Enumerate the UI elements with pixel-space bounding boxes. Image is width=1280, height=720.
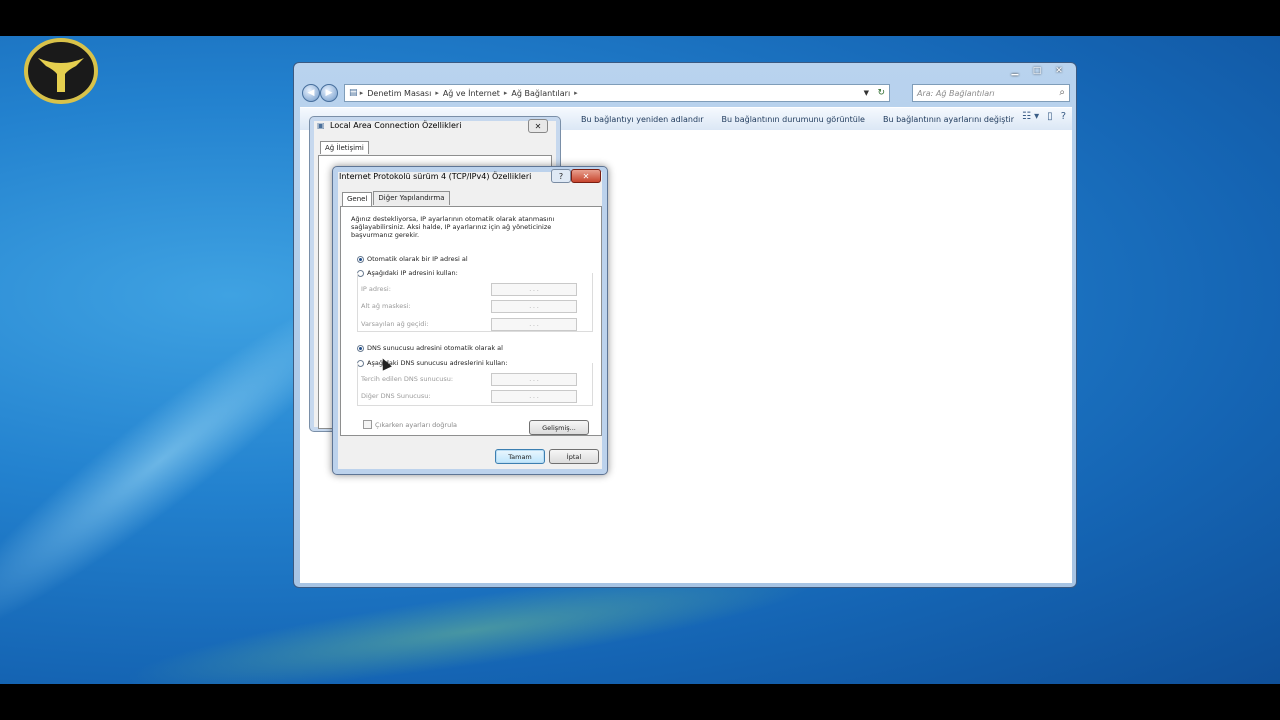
dns-auto-option[interactable]: DNS sunucusu adresini otomatik olarak al bbox=[357, 344, 503, 352]
forward-button[interactable]: ▶ bbox=[320, 84, 338, 102]
ipv4-description: Ağınız destekliyorsa, IP ayarlarının oto… bbox=[351, 215, 555, 239]
tab-general[interactable]: Genel bbox=[342, 192, 373, 206]
ip-auto-label: Otomatik olarak bir IP adresi al bbox=[367, 255, 468, 263]
ipv4-properties-dialog: Internet Protokolü sürüm 4 (TCP/IPv4) Öz… bbox=[332, 166, 608, 475]
back-button[interactable]: ◀ bbox=[302, 84, 320, 102]
ok-button[interactable]: Tamam bbox=[495, 449, 545, 464]
alternate-dns-label: Diğer DNS Sunucusu: bbox=[361, 392, 431, 400]
validate-settings-option[interactable]: Çıkarken ayarları doğrula bbox=[363, 420, 457, 429]
letterbox-top bbox=[0, 0, 1280, 36]
breadcrumb-network-connections[interactable]: Ağ Bağlantıları bbox=[507, 89, 574, 98]
search-input[interactable]: Ara: Ağ Bağlantıları ⌕ bbox=[912, 84, 1070, 102]
refresh-icon[interactable]: ↻ bbox=[877, 88, 885, 98]
default-gateway-field[interactable]: . . . bbox=[491, 318, 577, 331]
default-gateway-label: Varsayılan ağ geçidi: bbox=[361, 320, 429, 328]
ipv4-close-button[interactable]: ✕ bbox=[571, 169, 601, 183]
lac-dialog-title: Local Area Connection Özellikleri bbox=[330, 121, 462, 130]
search-icon[interactable]: ⌕ bbox=[1059, 87, 1065, 98]
ip-address-field[interactable]: . . . bbox=[491, 283, 577, 296]
default-gateway-dots: . . . bbox=[529, 321, 539, 328]
validate-settings-checkbox[interactable] bbox=[363, 420, 372, 429]
breadcrumb-control-panel[interactable]: Denetim Masası bbox=[363, 89, 435, 98]
view-controls: ☷ ▾ ▯ ? bbox=[1022, 111, 1066, 122]
alternate-dns-dots: . . . bbox=[529, 393, 539, 400]
view-status-button[interactable]: Bu bağlantının durumunu görüntüle bbox=[713, 115, 874, 124]
validate-settings-label: Çıkarken ayarları doğrula bbox=[375, 420, 457, 429]
maximize-button[interactable]: □ bbox=[1026, 63, 1048, 78]
rename-connection-button[interactable]: Bu bağlantıyı yeniden adlandır bbox=[572, 115, 713, 124]
advanced-button[interactable]: Gelişmiş... bbox=[529, 420, 589, 435]
subnet-mask-field[interactable]: . . . bbox=[491, 300, 577, 313]
search-placeholder: Ara: Ağ Bağlantıları bbox=[917, 88, 995, 98]
address-bar[interactable]: ▤ ▸ Denetim Masası ▸ Ağ ve İnternet ▸ Ağ… bbox=[344, 84, 890, 102]
subnet-mask-dots: . . . bbox=[529, 303, 539, 310]
close-button[interactable]: ✕ bbox=[1048, 63, 1070, 78]
subnet-mask-label: Alt ağ maskesi: bbox=[361, 302, 411, 310]
alternate-dns-field[interactable]: . . . bbox=[491, 390, 577, 403]
help-button[interactable]: ? bbox=[551, 169, 571, 183]
letterbox-bottom bbox=[0, 684, 1280, 720]
dns-auto-label: DNS sunucusu adresini otomatik olarak al bbox=[367, 344, 503, 352]
change-settings-button[interactable]: Bu bağlantının ayarlarını değiştir bbox=[874, 115, 1023, 124]
window-caption-buttons: ▁ □ ✕ bbox=[1004, 63, 1070, 78]
ip-auto-radio[interactable] bbox=[357, 255, 364, 263]
control-panel-icon: ▤ bbox=[349, 88, 358, 98]
preferred-dns-label: Tercih edilen DNS sunucusu: bbox=[361, 375, 454, 383]
dropdown-arrow-icon[interactable]: ▼ bbox=[864, 89, 869, 97]
preferred-dns-dots: . . . bbox=[529, 376, 539, 383]
help-icon[interactable]: ? bbox=[1061, 111, 1066, 122]
minimize-button[interactable]: ▁ bbox=[1004, 63, 1026, 78]
tab-networking[interactable]: Ağ İletişimi bbox=[320, 141, 369, 154]
ip-address-dots: . . . bbox=[529, 286, 539, 293]
network-adapter-icon: ▣ bbox=[317, 121, 325, 130]
lac-close-button[interactable]: ✕ bbox=[528, 119, 548, 133]
breadcrumb-network-internet[interactable]: Ağ ve İnternet bbox=[439, 89, 504, 98]
general-tab-panel: Ağınız destekliyorsa, IP ayarlarının oto… bbox=[340, 206, 602, 436]
tab-alternate-configuration[interactable]: Diğer Yapılandırma bbox=[373, 191, 450, 205]
breadcrumb-separator: ▸ bbox=[574, 89, 578, 97]
view-options-icon[interactable]: ☷ ▾ bbox=[1022, 111, 1039, 122]
dns-auto-radio[interactable] bbox=[357, 344, 364, 352]
ipv4-dialog-title: Internet Protokolü sürüm 4 (TCP/IPv4) Öz… bbox=[339, 172, 532, 181]
ip-auto-option[interactable]: Otomatik olarak bir IP adresi al bbox=[357, 255, 468, 263]
preferred-dns-field[interactable]: . . . bbox=[491, 373, 577, 386]
preview-pane-icon[interactable]: ▯ bbox=[1047, 111, 1053, 122]
ip-address-label: IP adresi: bbox=[361, 285, 391, 293]
cancel-button[interactable]: İptal bbox=[549, 449, 599, 464]
channel-logo-icon bbox=[24, 38, 98, 104]
ipv4-tabs: Genel Diğer Yapılandırma bbox=[342, 191, 451, 206]
